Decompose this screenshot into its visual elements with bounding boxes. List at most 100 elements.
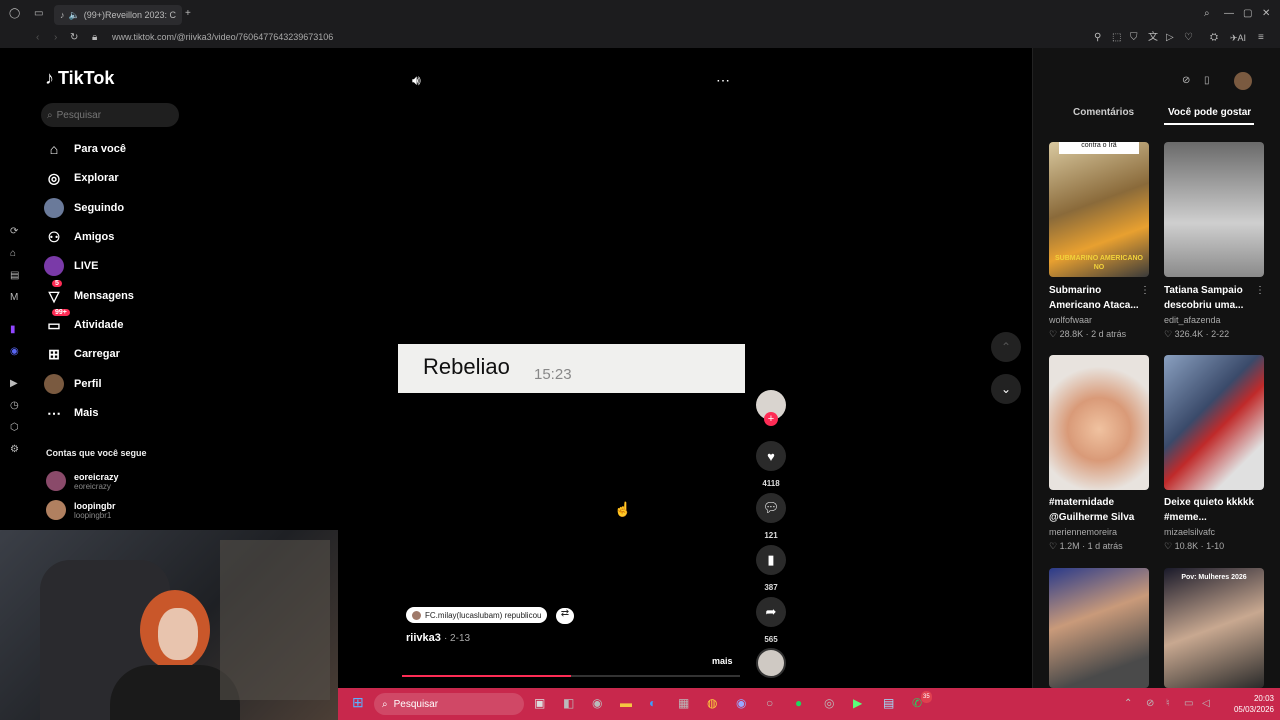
tray-chevron-icon[interactable]: ⌃ bbox=[1124, 698, 1132, 710]
video-card-title[interactable]: Deixe quieto kkkkk #meme... bbox=[1164, 495, 1264, 525]
video-card-title[interactable]: Submarino Americano Ataca... bbox=[1049, 283, 1149, 313]
notepad-icon[interactable]: ▤ bbox=[883, 697, 894, 709]
previous-video-button[interactable]: ⌃ bbox=[991, 332, 1021, 362]
ai-icon[interactable]: ✈AI bbox=[1230, 32, 1246, 44]
next-video-button[interactable]: ⌄ bbox=[991, 374, 1021, 404]
video-player[interactable]: Rebeliao 15:23 bbox=[398, 344, 745, 393]
app-icon[interactable]: ◉ bbox=[592, 697, 602, 709]
app-icon[interactable]: ▶ bbox=[853, 697, 862, 709]
profile-icon[interactable]: ⛭ bbox=[1210, 32, 1218, 44]
heart-icon[interactable]: ♡ bbox=[1184, 32, 1193, 44]
sidebar-item-live[interactable]: LIVE bbox=[44, 255, 194, 277]
device-icon[interactable]: ▯ bbox=[1204, 75, 1210, 87]
clock-icon[interactable]: ◷ bbox=[10, 400, 19, 412]
following-account[interactable]: eoreicrazy eoreicrazy bbox=[46, 471, 119, 491]
more-options-icon[interactable]: ⋯ bbox=[716, 73, 730, 87]
tab-suggestions[interactable]: Você pode gostar bbox=[1168, 107, 1251, 118]
new-tab-icon[interactable]: + bbox=[185, 8, 191, 20]
video-card-thumbnail[interactable]: contra o Irã SUBMARINO AMERICANO NO bbox=[1049, 142, 1149, 277]
sidebar-item-carregar[interactable]: ⊞ Carregar bbox=[44, 343, 194, 365]
card-menu-icon[interactable]: ⋮ bbox=[1140, 285, 1150, 297]
tiktok-logo[interactable]: ♪ TikTok bbox=[45, 68, 114, 89]
more-link[interactable]: mais bbox=[712, 656, 733, 666]
forward-icon[interactable]: › bbox=[54, 32, 57, 44]
minimize-icon[interactable]: — bbox=[1224, 8, 1234, 20]
follow-plus-icon[interactable]: + bbox=[764, 412, 778, 426]
player-icon[interactable]: ▶ bbox=[10, 378, 18, 390]
sidebar-item-mais[interactable]: ⋯ Mais bbox=[44, 402, 194, 424]
browser-logo-icon[interactable]: ◯ bbox=[9, 8, 20, 20]
extensions-icon[interactable]: ⬡ bbox=[10, 422, 19, 434]
sidebar-item-amigos[interactable]: ⚇ Amigos bbox=[44, 226, 194, 248]
video-card-thumbnail[interactable] bbox=[1164, 355, 1264, 490]
file-explorer-icon[interactable]: ▬ bbox=[620, 697, 632, 709]
screenshot-icon[interactable]: ⬚ bbox=[1112, 32, 1121, 44]
video-card-thumbnail[interactable]: Pov: Mulheres 2026 bbox=[1164, 568, 1264, 688]
sidebar-item-atividade[interactable]: ▭ 99+ Atividade bbox=[44, 309, 194, 336]
whatsapp-icon[interactable]: ✆ 35 bbox=[912, 691, 932, 709]
like-button[interactable]: ♥ 4118 bbox=[756, 441, 786, 488]
mail-icon[interactable]: M bbox=[10, 292, 18, 304]
video-progress-bar[interactable] bbox=[402, 675, 740, 677]
notes-icon[interactable]: ▤ bbox=[10, 270, 19, 282]
history-icon[interactable]: ⟳ bbox=[10, 226, 18, 238]
search-input[interactable]: ⌕ Pesquisar bbox=[41, 103, 179, 127]
volume-icon[interactable]: ◁ bbox=[1202, 698, 1210, 710]
video-card-thumbnail[interactable] bbox=[1049, 568, 1149, 688]
discord-icon[interactable]: ◉ bbox=[736, 697, 746, 709]
share-button[interactable]: ➦ 565 bbox=[756, 597, 786, 644]
app-icon[interactable]: ◧ bbox=[563, 697, 574, 709]
pin-icon[interactable]: ⚲ bbox=[1094, 32, 1101, 44]
card-menu-icon[interactable]: ⋮ bbox=[1255, 285, 1265, 297]
windows-start-icon[interactable]: ⊞ bbox=[352, 695, 364, 709]
maximize-icon[interactable]: ▢ bbox=[1243, 8, 1252, 20]
audio-playing-icon[interactable]: 🔈 bbox=[69, 10, 80, 21]
obs-icon[interactable]: ◎ bbox=[824, 697, 834, 709]
sidebar-item-para-voce[interactable]: ⌂ Para você bbox=[44, 138, 194, 160]
close-icon[interactable]: ✕ bbox=[1262, 8, 1270, 20]
opera-icon[interactable]: ○ bbox=[766, 697, 773, 709]
author-avatar-button[interactable]: + bbox=[756, 390, 786, 426]
browser-tab-active[interactable]: ♪ 🔈 (99+)Reveillon 2023: C bbox=[54, 5, 182, 25]
tray-icon[interactable]: ⊘ bbox=[1146, 698, 1154, 710]
video-card-author[interactable]: meriennemoreira bbox=[1049, 527, 1159, 537]
spotify-icon[interactable]: ● bbox=[795, 697, 802, 709]
menu-icon[interactable]: ≡ bbox=[1258, 32, 1264, 44]
repost-tag[interactable]: FC.milay(lucaslubam) republicou bbox=[406, 607, 548, 623]
video-card-author[interactable]: edit_afazenda bbox=[1164, 315, 1274, 325]
reload-icon[interactable]: ↻ bbox=[70, 32, 78, 44]
url-field[interactable]: www.tiktok.com/@riivka3/video/7606477643… bbox=[112, 32, 333, 42]
sidebar-item-seguindo[interactable]: Seguindo bbox=[44, 197, 194, 219]
microphone-icon[interactable]: ♮ bbox=[1166, 698, 1170, 710]
twitch-icon[interactable]: ▮ bbox=[10, 324, 16, 336]
video-card-title[interactable]: Tatiana Sampaio descobriu uma... bbox=[1164, 283, 1264, 313]
shield-icon[interactable]: ⛉ bbox=[1130, 32, 1138, 44]
network-icon[interactable]: ▭ bbox=[1184, 698, 1193, 710]
play-icon[interactable]: ▷ bbox=[1166, 32, 1174, 44]
edge-icon[interactable]: ◐ bbox=[649, 697, 656, 709]
video-card-thumbnail[interactable] bbox=[1164, 142, 1264, 277]
sidebar-item-mensagens[interactable]: ▽ 5 Mensagens bbox=[44, 280, 194, 307]
sidebar-item-explorar[interactable]: ◎ Explorar bbox=[44, 167, 194, 189]
comment-button[interactable]: 💬︎ 121 bbox=[756, 493, 786, 540]
taskbar-clock[interactable]: 20:03 05/03/2026 bbox=[1226, 693, 1274, 715]
music-disc-button[interactable] bbox=[756, 648, 786, 678]
video-card-author[interactable]: wolfofwaar bbox=[1049, 315, 1159, 325]
video-card-author[interactable]: mizaelsilvafc bbox=[1164, 527, 1274, 537]
following-account[interactable]: loopingbr loopingbr1 bbox=[46, 500, 116, 520]
task-view-icon[interactable]: ▣ bbox=[534, 697, 545, 709]
explore-icon[interactable]: ⊘ bbox=[1182, 75, 1190, 87]
settings-icon[interactable]: ⚙ bbox=[10, 444, 19, 456]
bag-icon[interactable]: ⌂ bbox=[10, 248, 16, 260]
save-button[interactable]: ▮ 387 bbox=[756, 545, 786, 592]
avatar[interactable] bbox=[1234, 72, 1252, 90]
video-author[interactable]: riivka3 · 2-13 bbox=[406, 632, 470, 644]
workspaces-icon[interactable]: ▭ bbox=[34, 8, 43, 20]
translate-icon[interactable]: 文 bbox=[1148, 32, 1158, 44]
back-icon[interactable]: ‹ bbox=[36, 32, 39, 44]
tab-comments[interactable]: Comentários bbox=[1073, 107, 1134, 118]
store-icon[interactable]: ▦ bbox=[678, 697, 689, 709]
video-card-thumbnail[interactable] bbox=[1049, 355, 1149, 490]
repost-icon[interactable]: ⇄ bbox=[556, 608, 574, 624]
video-card-title[interactable]: #maternidade @Guilherme Silva bbox=[1049, 495, 1149, 525]
